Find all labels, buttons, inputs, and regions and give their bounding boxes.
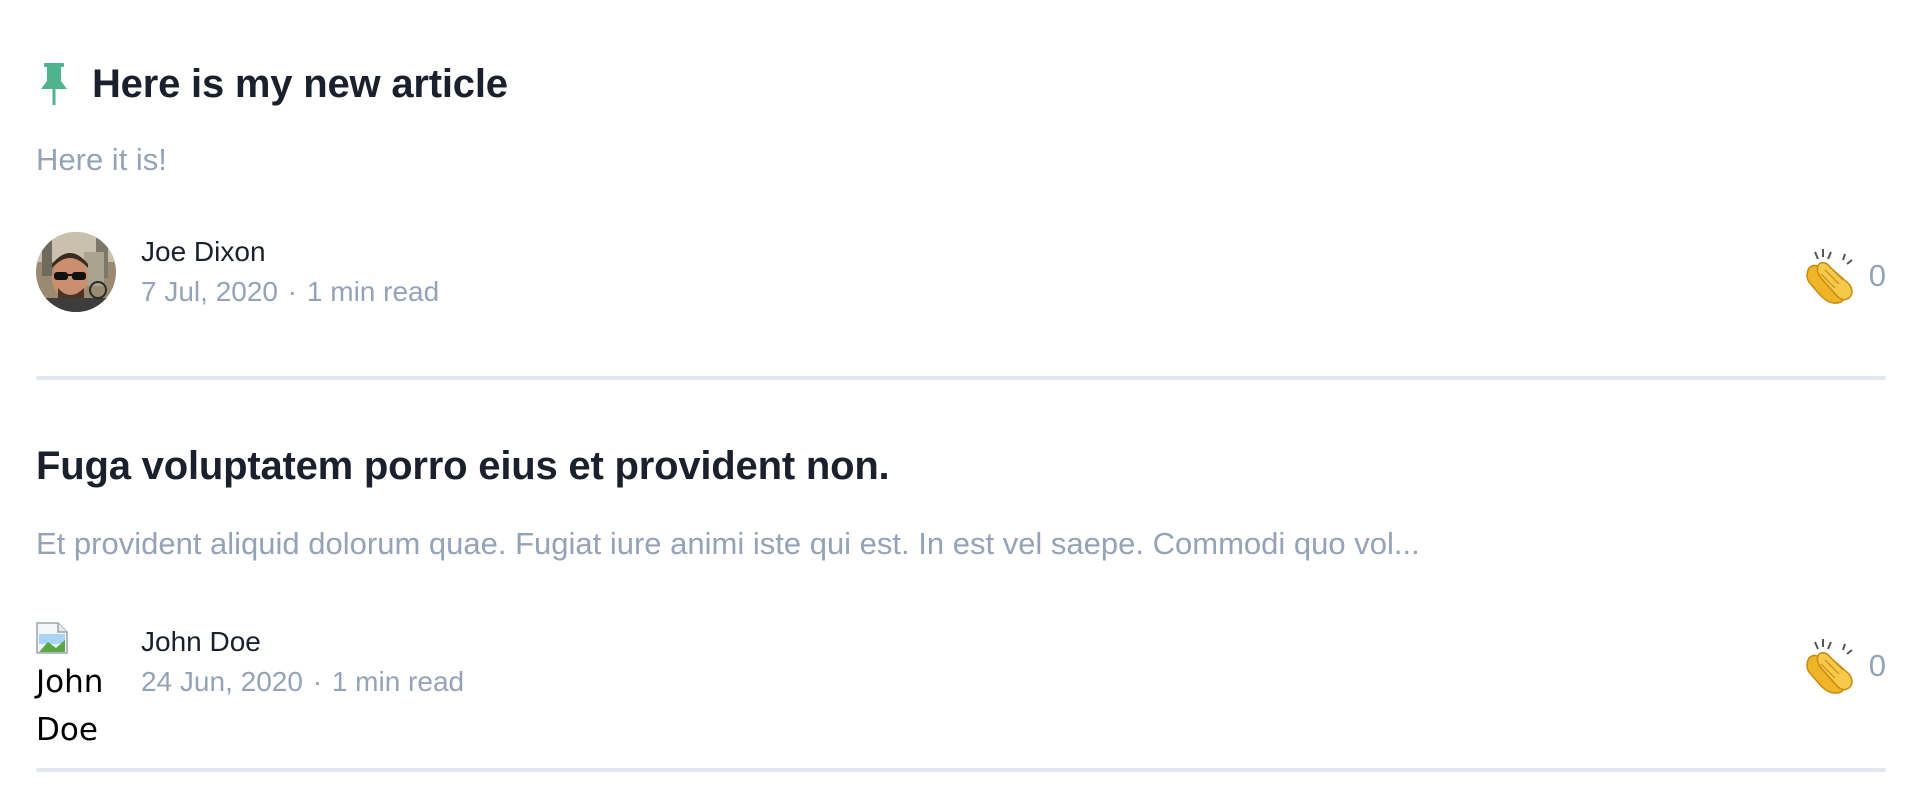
avatar[interactable] — [36, 232, 116, 312]
post-date: 7 Jul, 2020 — [141, 276, 278, 307]
article-title-row[interactable]: Fuga voluptatem porro eius et provident … — [36, 438, 890, 494]
meta-separator: · — [312, 666, 323, 697]
article-meta: John Doe John Doe 24 Jun, 2020 · 1 min r… — [36, 622, 1886, 748]
read-time: 1 min read — [331, 666, 465, 697]
avatar[interactable]: John Doe — [36, 622, 126, 748]
article-title[interactable]: Fuga voluptatem porro eius et provident … — [36, 444, 890, 489]
broken-image-icon — [36, 622, 68, 654]
article-meta: Joe Dixon 7 Jul, 2020 · 1 min read 0 — [36, 232, 1886, 314]
author-name[interactable]: Joe Dixon — [141, 236, 266, 268]
clap-count: 0 — [1868, 648, 1886, 683]
avatar-alt-text: John Doe — [36, 664, 104, 748]
article-card[interactable]: Here is my new article Here it is! Joe D… — [36, 0, 1886, 382]
clapping-hands-icon[interactable] — [1803, 638, 1857, 694]
article-title[interactable]: Here is my new article — [92, 62, 508, 107]
article-excerpt: Here it is! — [36, 142, 167, 177]
clap-button[interactable]: 0 — [1803, 248, 1886, 304]
clap-button[interactable]: 0 — [1803, 638, 1886, 694]
post-date: 24 Jun, 2020 — [141, 666, 303, 697]
article-title-row[interactable]: Here is my new article — [36, 56, 508, 112]
article-feed: Here is my new article Here it is! Joe D… — [0, 0, 1924, 808]
divider — [36, 768, 1886, 772]
author-name[interactable]: John Doe — [141, 626, 261, 658]
article-excerpt: Et provident aliquid dolorum quae. Fugia… — [36, 526, 1420, 561]
pin-icon — [36, 62, 72, 106]
article-card[interactable]: Fuga voluptatem porro eius et provident … — [36, 382, 1886, 774]
divider — [36, 376, 1886, 380]
post-info: 7 Jul, 2020 · 1 min read — [141, 276, 439, 308]
clap-count: 0 — [1868, 258, 1886, 293]
meta-separator: · — [287, 276, 298, 307]
read-time: 1 min read — [306, 276, 440, 307]
clapping-hands-icon[interactable] — [1803, 248, 1857, 304]
post-info: 24 Jun, 2020 · 1 min read — [141, 666, 464, 698]
